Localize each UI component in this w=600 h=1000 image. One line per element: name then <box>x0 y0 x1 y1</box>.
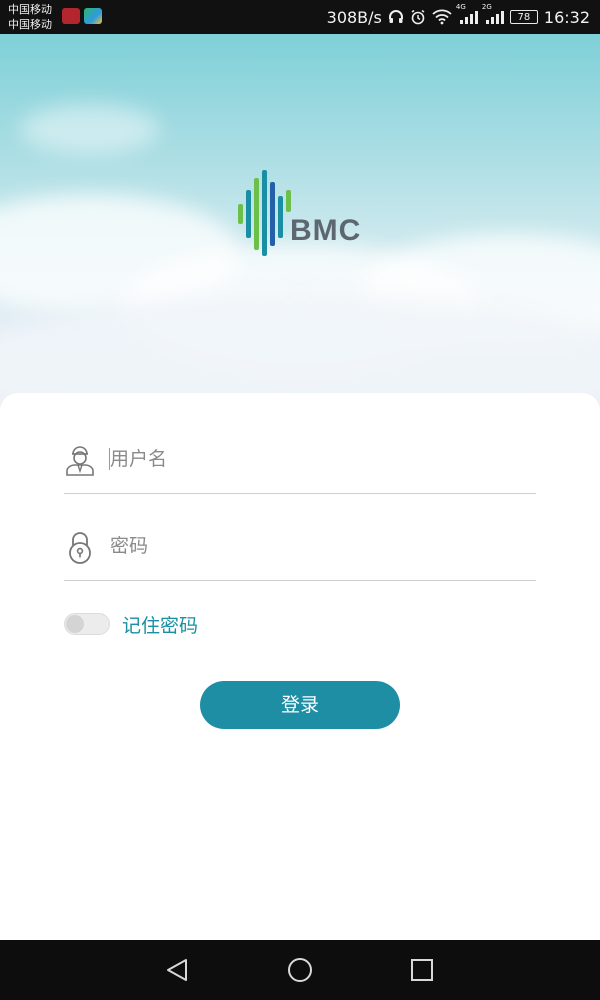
net-speed: 308B/s <box>326 7 382 27</box>
remember-password-row: 记住密码 <box>64 610 198 638</box>
signal-icon: 4G <box>456 3 478 25</box>
home-icon[interactable] <box>284 954 316 986</box>
status-indicators: 308B/s 4G 2G 78 16:32 <box>327 0 590 34</box>
username-input[interactable] <box>110 443 510 475</box>
logo-text: BMC <box>290 214 362 247</box>
username-field <box>64 433 536 494</box>
toggle-knob <box>66 615 84 633</box>
password-input[interactable] <box>110 530 510 562</box>
headphones-icon <box>388 9 404 25</box>
battery-icon: 78 <box>509 10 538 24</box>
remember-password-label[interactable]: 记住密码 <box>122 611 198 638</box>
wifi-icon <box>432 9 452 25</box>
recent-apps-icon[interactable] <box>406 954 438 986</box>
carrier-label-1: 中国移动 <box>8 3 52 16</box>
carrier-label-2: 中国移动 <box>8 18 52 31</box>
signal-tag-2g: 2G <box>481 3 492 11</box>
login-card: 记住密码 登录 <box>0 393 600 940</box>
status-bar: 中国移动 中国移动 308B/s 4G 2G 78 16:32 <box>0 0 600 34</box>
navigation-bar <box>0 940 600 1000</box>
huawei-app-icon <box>62 8 80 24</box>
signal-icon: 2G <box>482 3 504 25</box>
lock-icon <box>69 532 91 564</box>
clock: 16:32 <box>543 7 590 27</box>
password-field <box>64 520 536 581</box>
remember-password-toggle[interactable] <box>64 613 110 635</box>
login-screen: 中国移动 中国移动 308B/s 4G 2G 78 16:32 BMC 用户名 … <box>0 0 600 1000</box>
google-play-icon <box>84 8 102 24</box>
alarm-icon <box>410 9 426 25</box>
login-button[interactable]: 登录 <box>200 681 400 729</box>
user-avatar-icon <box>66 446 94 476</box>
back-icon[interactable] <box>162 954 194 986</box>
signal-tag-4g: 4G <box>455 3 466 11</box>
carrier-labels: 中国移动 中国移动 <box>8 2 52 32</box>
battery-level: 78 <box>517 12 531 23</box>
